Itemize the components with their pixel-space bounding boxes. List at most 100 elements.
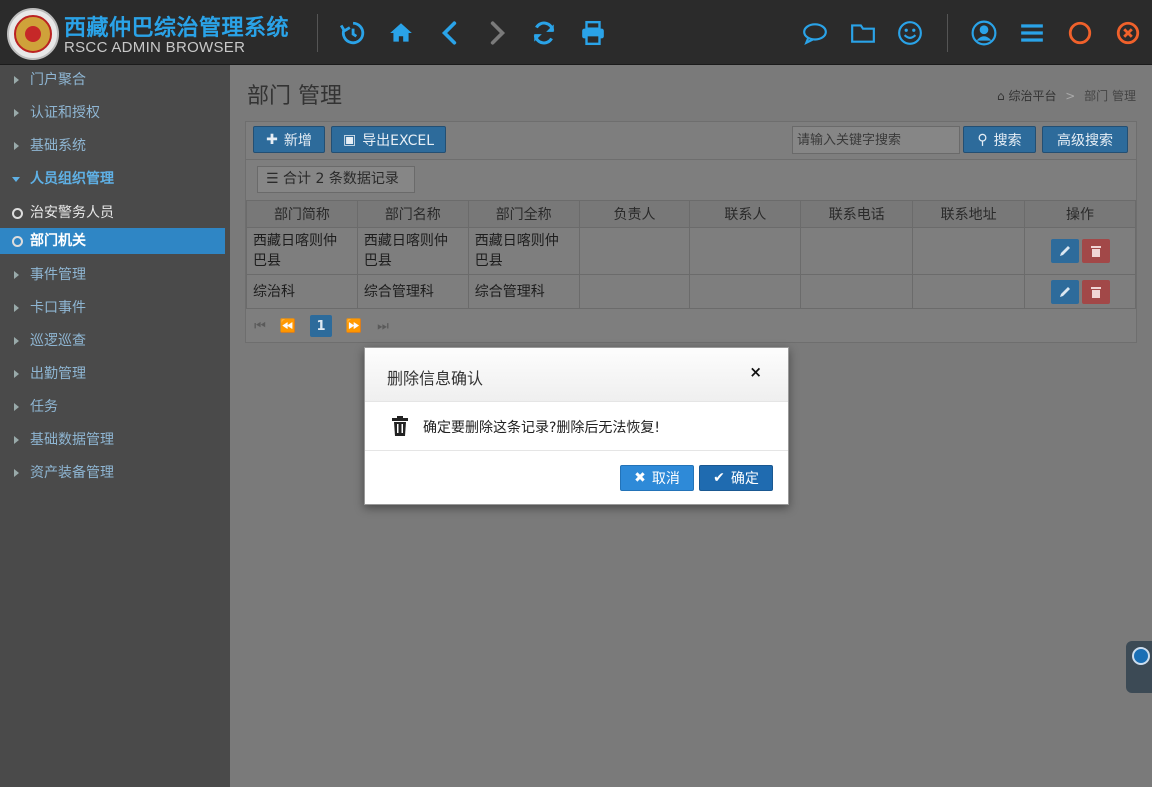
circle-icon[interactable] <box>1065 18 1095 48</box>
refresh-icon[interactable] <box>529 18 559 48</box>
column-header[interactable]: 联系人 <box>689 200 802 228</box>
delete-button[interactable] <box>1081 239 1110 263</box>
remote-support-widget[interactable] <box>1126 641 1152 693</box>
sidebar-item-label: 出勤管理 <box>30 366 86 382</box>
sidebar-item-label: 人员组织管理 <box>30 171 114 187</box>
home-icon[interactable] <box>386 18 416 48</box>
column-header[interactable]: 联系地址 <box>912 200 1026 228</box>
table-cell <box>578 227 691 275</box>
x-icon: ✖ <box>634 470 646 486</box>
dialog-header: 删除信息确认 × <box>365 348 788 402</box>
sidebar-subitem-departments[interactable]: 部门机关 <box>0 228 225 254</box>
table-cell: 综治科 <box>246 274 358 309</box>
table-cell: 西藏日喀则仲巴县 <box>356 227 469 275</box>
sidebar-subitem-police-staff[interactable]: 治安警务人员 <box>0 200 225 226</box>
divider <box>317 14 318 52</box>
sidebar-item-base-data[interactable]: 基础数据管理 <box>0 427 230 453</box>
sidebar-item-label: 认证和授权 <box>30 105 100 121</box>
search-button-label: 搜索 <box>993 132 1022 149</box>
column-header[interactable]: 联系电话 <box>800 200 914 228</box>
table-cell <box>800 274 914 309</box>
table-cell: 综合管理科 <box>356 274 469 309</box>
menu-icon[interactable] <box>1017 18 1047 48</box>
sidebar-item-label: 资产装备管理 <box>30 465 114 481</box>
table-cell: 西藏日喀则仲巴县 <box>246 227 358 275</box>
breadcrumb-current: 部门 管理 <box>1084 89 1136 103</box>
chat-icon[interactable] <box>800 18 830 48</box>
close-icon[interactable]: × <box>749 363 762 381</box>
table-row[interactable]: 综治科 综合管理科 综合管理科 <box>246 274 1136 309</box>
app-subtitle: RSCC ADMIN BROWSER <box>64 39 246 56</box>
confirm-button-label: 确定 <box>730 471 759 487</box>
sidebar-item-tasks[interactable]: 任务 <box>0 394 230 420</box>
sidebar-item-personnel-org[interactable]: 人员组织管理 <box>0 166 230 192</box>
page-title: 部门 管理 <box>247 84 342 109</box>
user-icon[interactable] <box>969 18 999 48</box>
back-icon[interactable] <box>435 18 465 48</box>
logo-emblem <box>7 8 59 60</box>
sidebar-item-label: 基础系统 <box>30 138 86 154</box>
cancel-button[interactable]: ✖ 取消 <box>620 465 694 491</box>
divider <box>947 14 948 52</box>
print-icon[interactable] <box>578 18 608 48</box>
table-cell <box>689 227 802 275</box>
record-count-text: 合计 2 条数据记录 <box>283 171 399 187</box>
sidebar-item-label: 基础数据管理 <box>30 432 114 448</box>
table-cell: 综合管理科 <box>467 274 580 309</box>
breadcrumb: ⌂ 综治平台 > 部门 管理 <box>997 87 1136 104</box>
department-table: 部门简称 部门名称 部门全称 负责人 联系人 联系电话 联系地址 操作 西藏日喀… <box>246 200 1136 309</box>
delete-button[interactable] <box>1081 279 1110 304</box>
toolbar: ✚ 新增 ▣ 导出EXCEL ⚲ 搜索 高级搜索 <box>246 122 1136 160</box>
record-count: ☰ 合计 2 条数据记录 <box>257 166 415 193</box>
export-excel-button[interactable]: ▣ 导出EXCEL <box>331 126 446 153</box>
history-icon[interactable] <box>337 18 367 48</box>
advanced-search-button[interactable]: 高级搜索 <box>1042 126 1128 153</box>
breadcrumb-root[interactable]: 综治平台 <box>1008 89 1056 103</box>
edit-button[interactable] <box>1050 239 1079 263</box>
plus-icon: ✚ <box>266 131 278 148</box>
table-cell <box>578 274 691 309</box>
table-row[interactable]: 西藏日喀则仲巴县 西藏日喀则仲巴县 西藏日喀则仲巴县 <box>246 227 1136 275</box>
smiley-icon[interactable] <box>895 18 925 48</box>
sidebar-item-attendance[interactable]: 出勤管理 <box>0 361 230 387</box>
sidebar-item-patrol[interactable]: 巡逻巡查 <box>0 328 230 354</box>
top-bar: 西藏仲巴综治管理系统 RSCC ADMIN BROWSER <box>0 0 1152 65</box>
forward-icon[interactable] <box>482 18 512 48</box>
table-header-row: 部门简称 部门名称 部门全称 负责人 联系人 联系电话 联系地址 操作 <box>246 200 1136 228</box>
export-button-label: 导出EXCEL <box>362 132 435 149</box>
pagination: ⏮ ⏪ 1 ⏩ ⏭ <box>246 310 1136 342</box>
sidebar-item-checkpoint[interactable]: 卡口事件 <box>0 295 230 321</box>
trash-icon <box>1090 246 1101 257</box>
prev-page-icon[interactable]: ⏪ <box>277 315 299 337</box>
sidebar-item-events[interactable]: 事件管理 <box>0 262 230 288</box>
next-page-icon[interactable]: ⏩ <box>343 315 365 337</box>
home-icon: ⌂ <box>996 89 1005 103</box>
pencil-icon <box>1059 286 1070 297</box>
confirm-button[interactable]: ✔ 确定 <box>699 465 773 491</box>
column-header[interactable]: 部门全称 <box>467 200 580 228</box>
folder-icon[interactable] <box>848 18 878 48</box>
dialog-title: 删除信息确认 <box>387 369 484 388</box>
search-button[interactable]: ⚲ 搜索 <box>963 126 1036 153</box>
column-header[interactable]: 负责人 <box>578 200 691 228</box>
sidebar-item-label: 治安警务人员 <box>30 205 114 221</box>
add-button-label: 新增 <box>283 132 312 149</box>
close-icon[interactable] <box>1113 18 1143 48</box>
sidebar-item-auth[interactable]: 认证和授权 <box>0 100 230 126</box>
sidebar-item-assets[interactable]: 资产装备管理 <box>0 460 230 486</box>
add-button[interactable]: ✚ 新增 <box>253 126 325 153</box>
app-title: 西藏仲巴综治管理系统 <box>64 16 290 41</box>
sidebar-item-label: 任务 <box>30 399 58 415</box>
actions-cell <box>1024 274 1136 309</box>
column-header[interactable]: 部门简称 <box>246 200 358 228</box>
sidebar-item-base-system[interactable]: 基础系统 <box>0 133 230 159</box>
page-number-current[interactable]: 1 <box>310 315 332 337</box>
column-header[interactable]: 部门名称 <box>356 200 469 228</box>
search-input[interactable] <box>792 126 960 154</box>
edit-button[interactable] <box>1050 279 1079 304</box>
last-page-icon[interactable]: ⏭ <box>372 315 394 337</box>
search-icon: ⚲ <box>977 131 988 148</box>
sidebar-item-portal[interactable]: 门户聚合 <box>0 67 230 93</box>
excel-icon: ▣ <box>342 131 357 148</box>
first-page-icon[interactable]: ⏮ <box>249 315 271 337</box>
